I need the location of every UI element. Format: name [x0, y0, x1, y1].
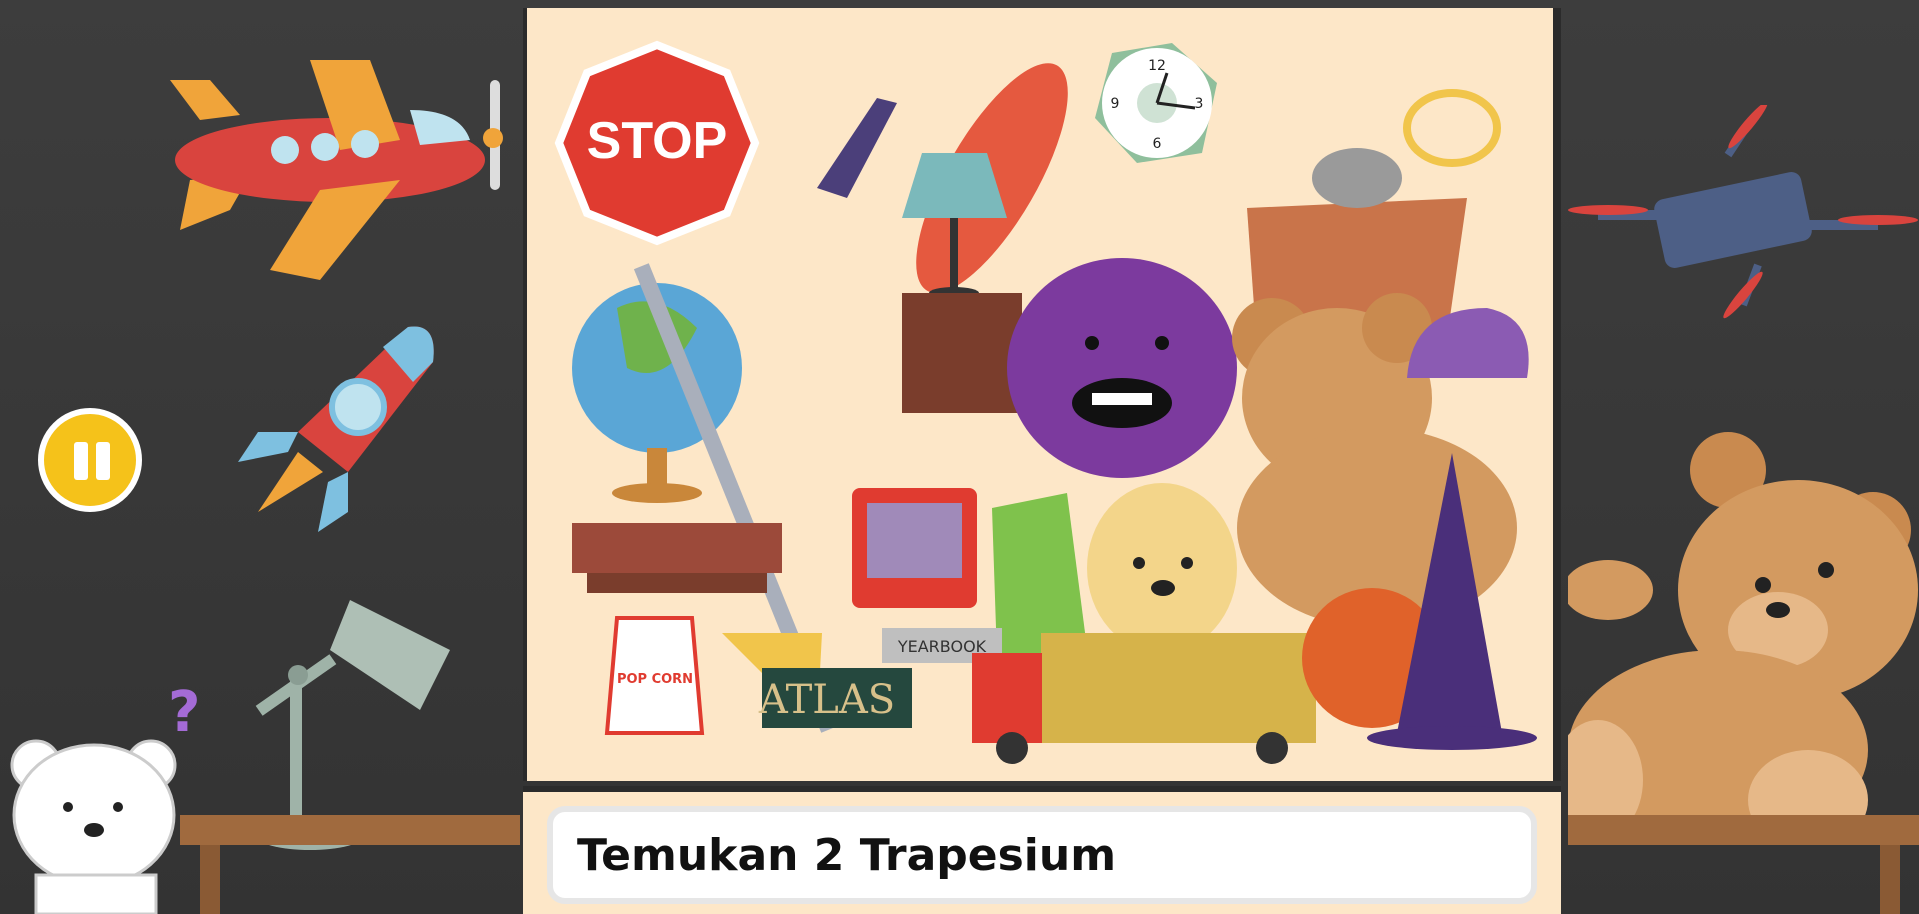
toy-pile-illustration[interactable]: 12 3 6 9 STOP POP CORN ATLAS YEARBOOK [527, 8, 1553, 773]
right-shelf [1568, 815, 1919, 845]
instruction-bar: Temukan 2 Trapesium [523, 786, 1561, 914]
svg-text:STOP: STOP [587, 112, 728, 170]
tv-icon[interactable] [852, 488, 977, 608]
pause-icon [74, 442, 88, 480]
drone-icon [1568, 105, 1918, 319]
dresser-icon[interactable] [902, 293, 1022, 413]
right-shelf-leg [1880, 845, 1900, 914]
svg-text:6: 6 [1153, 136, 1162, 152]
cat-icon[interactable] [1312, 148, 1402, 208]
teddy-bear-icon [1568, 432, 1918, 840]
purple-monster-icon[interactable] [1007, 258, 1237, 478]
rocket-icon [238, 326, 434, 532]
boomerang-icon[interactable] [817, 98, 897, 198]
svg-text:ATLAS: ATLAS [758, 677, 895, 723]
svg-text:POP CORN: POP CORN [617, 672, 693, 687]
clock-icon[interactable]: 12 3 6 9 [1095, 43, 1217, 163]
game-background: ? 12 3 6 9 STOP POP CORN ATLAS YEARBOOK … [0, 0, 1919, 914]
popcorn-icon[interactable]: POP CORN [604, 616, 705, 735]
dog-toy-icon[interactable] [1087, 483, 1237, 653]
pause-icon-bar [96, 442, 110, 480]
svg-text:3: 3 [1195, 96, 1204, 112]
airplane-icon [170, 60, 503, 280]
polar-bear-icon [10, 739, 177, 914]
atlas-book-icon[interactable]: ATLAS [758, 668, 912, 728]
svg-text:12: 12 [1148, 58, 1166, 74]
instruction-text: Temukan 2 Trapesium [577, 829, 1117, 881]
hidden-object-scene[interactable]: 12 3 6 9 STOP POP CORN ATLAS YEARBOOK [523, 8, 1561, 781]
pause-button[interactable] [38, 408, 142, 512]
svg-text:9: 9 [1111, 96, 1120, 112]
question-mark: ? [168, 680, 201, 745]
left-shelf [180, 815, 520, 845]
stool-icon[interactable] [587, 573, 767, 593]
instruction-box: Temukan 2 Trapesium [547, 806, 1537, 904]
witch-hat-brim[interactable] [1367, 726, 1537, 750]
tennis-racket-icon[interactable] [1403, 89, 1501, 167]
suitcase-icon[interactable] [572, 523, 782, 573]
